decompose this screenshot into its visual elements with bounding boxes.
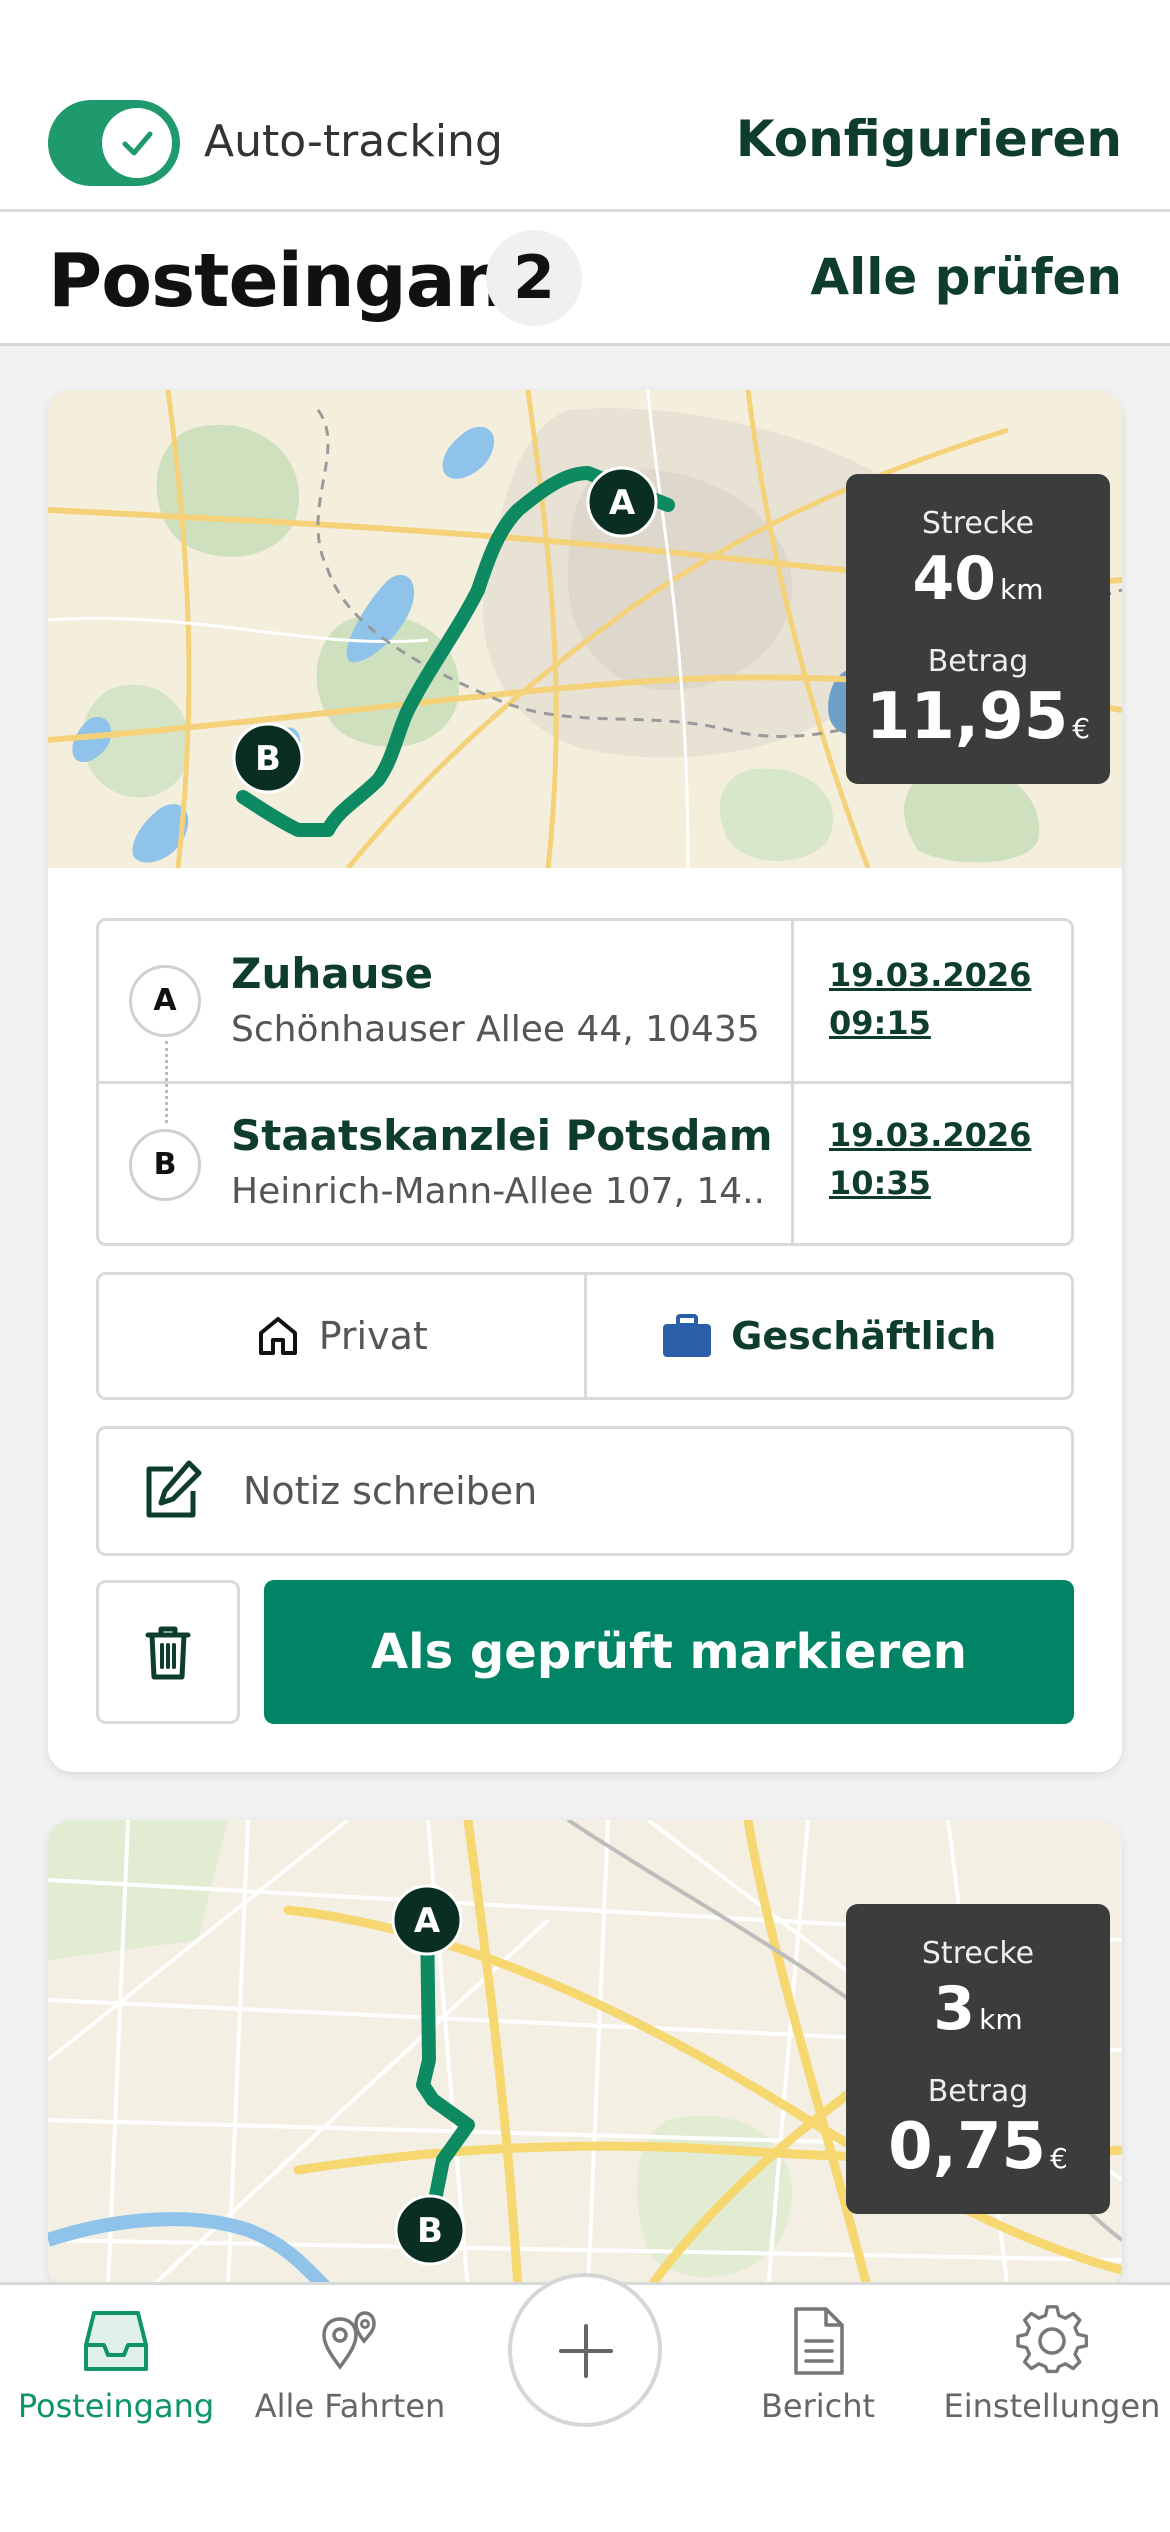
divider: [99, 1081, 1071, 1084]
inbox-header: Posteingang 2 Alle prüfen: [0, 212, 1170, 346]
nav-label-report: Bericht: [760, 2387, 876, 2425]
trip-stats: Strecke 3 km Betrag 0,75 €: [846, 1904, 1110, 2214]
home-icon: [258, 1317, 297, 1355]
check-all-link[interactable]: Alle prüfen: [810, 248, 1122, 306]
nav-item-report[interactable]: Bericht: [708, 2305, 928, 2425]
document-icon: [794, 2307, 844, 2375]
nav-item-all-trips[interactable]: Alle Fahrten: [240, 2305, 460, 2425]
inbox-tray-icon: [84, 2311, 148, 2371]
end-time: 10:35: [829, 1164, 931, 1202]
page-title: Posteingang: [48, 238, 559, 324]
bottom-navigation: Posteingang Alle Fahrten Bericht Einstel…: [0, 2273, 1170, 2532]
configure-link[interactable]: Konfigurieren: [736, 110, 1122, 168]
toggle-knob: [102, 108, 172, 178]
map-marker-b: B: [417, 2211, 443, 2251]
distance-value-row: 3 km: [846, 1974, 1110, 2044]
app-screen: Auto-tracking Konfigurieren Posteingang …: [0, 0, 1170, 2532]
start-datetime[interactable]: 19.03.2026 09:15: [829, 951, 1031, 1047]
amount-label: Betrag: [927, 2074, 1029, 2109]
mark-checked-button[interactable]: Als geprüft markieren: [264, 1580, 1074, 1724]
end-marker: B: [129, 1129, 201, 1201]
amount-value-row: 11,95 €: [846, 680, 1110, 754]
trip-card: A B Strecke 40 km Betrag 11,95 € A Zuhause: [48, 390, 1122, 1772]
gear-icon: [1016, 2305, 1088, 2374]
note-input[interactable]: Notiz schreiben: [96, 1426, 1074, 1556]
type-business-label: Geschäftlich: [731, 1314, 997, 1358]
start-address: Schönhauser Allee 44, 10435...: [231, 1009, 761, 1050]
nav-label-settings: Einstellungen: [943, 2387, 1161, 2425]
amount-value-row: 0,75 €: [846, 2110, 1110, 2184]
distance-label: Strecke: [921, 1936, 1035, 1971]
briefcase-icon: [663, 1314, 712, 1357]
amount-value: 11,95: [865, 680, 1069, 754]
amount-unit: €: [1050, 2142, 1068, 2175]
type-private-label: Privat: [318, 1314, 428, 1358]
edit-note-icon: [146, 1460, 202, 1518]
trip-card: A B Strecke 3 km Betrag 0,75 €: [48, 1820, 1122, 2290]
map-marker-b: B: [255, 739, 281, 779]
type-business-button[interactable]: Geschäftlich: [583, 1275, 1072, 1397]
start-location-name: Zuhause: [231, 949, 433, 998]
note-placeholder: Notiz schreiben: [243, 1469, 538, 1513]
distance-unit: km: [979, 2003, 1023, 2036]
distance-label: Strecke: [921, 506, 1035, 541]
distance-unit: km: [1000, 573, 1044, 606]
end-address: Heinrich-Mann-Allee 107, 14...: [231, 1171, 761, 1212]
route-details: A Zuhause Schönhauser Allee 44, 10435...…: [96, 918, 1074, 1246]
start-time: 09:15: [829, 1004, 931, 1042]
end-date: 19.03.2026: [829, 1116, 1032, 1154]
route-map[interactable]: A B Strecke 3 km Betrag 0,75 €: [48, 1820, 1122, 2290]
type-private-button[interactable]: Privat: [99, 1275, 584, 1397]
nav-item-inbox[interactable]: Posteingang: [6, 2305, 226, 2425]
start-date: 19.03.2026: [829, 956, 1032, 994]
distance-value: 3: [933, 1974, 976, 2044]
inbox-count-badge: 2: [486, 230, 582, 326]
amount-unit: €: [1072, 712, 1091, 745]
amount-value: 0,75: [888, 2110, 1047, 2184]
trip-stats: Strecke 40 km Betrag 11,95 €: [846, 474, 1110, 784]
plus-icon: [559, 2324, 613, 2378]
nav-item-settings[interactable]: Einstellungen: [942, 2305, 1162, 2425]
auto-tracking-toggle[interactable]: [48, 100, 180, 186]
map-pins-icon: [322, 2311, 376, 2370]
end-datetime[interactable]: 19.03.2026 10:35: [829, 1111, 1031, 1207]
add-trip-button[interactable]: [508, 2273, 662, 2427]
delete-trip-button[interactable]: [96, 1580, 240, 1724]
route-connector: [165, 1041, 168, 1123]
trip-type-selector: Privat Geschäftlich: [96, 1272, 1074, 1400]
distance-value-row: 40 km: [846, 544, 1110, 614]
end-location-name: Staatskanzlei Potsdam: [231, 1111, 773, 1160]
map-marker-a: A: [414, 1901, 441, 1941]
nav-label-inbox: Posteingang: [17, 2387, 215, 2425]
distance-value: 40: [912, 544, 997, 614]
checkmark-icon: [122, 131, 153, 156]
amount-label: Betrag: [927, 644, 1029, 679]
map-marker-a: A: [609, 483, 636, 523]
trash-icon: [145, 1626, 191, 1680]
nav-label-all-trips: Alle Fahrten: [254, 2387, 446, 2425]
auto-tracking-label: Auto-tracking: [204, 116, 503, 167]
top-bar: Auto-tracking Konfigurieren: [0, 0, 1170, 212]
start-marker: A: [129, 965, 201, 1037]
route-map[interactable]: A B Strecke 40 km Betrag 11,95 €: [48, 390, 1122, 868]
